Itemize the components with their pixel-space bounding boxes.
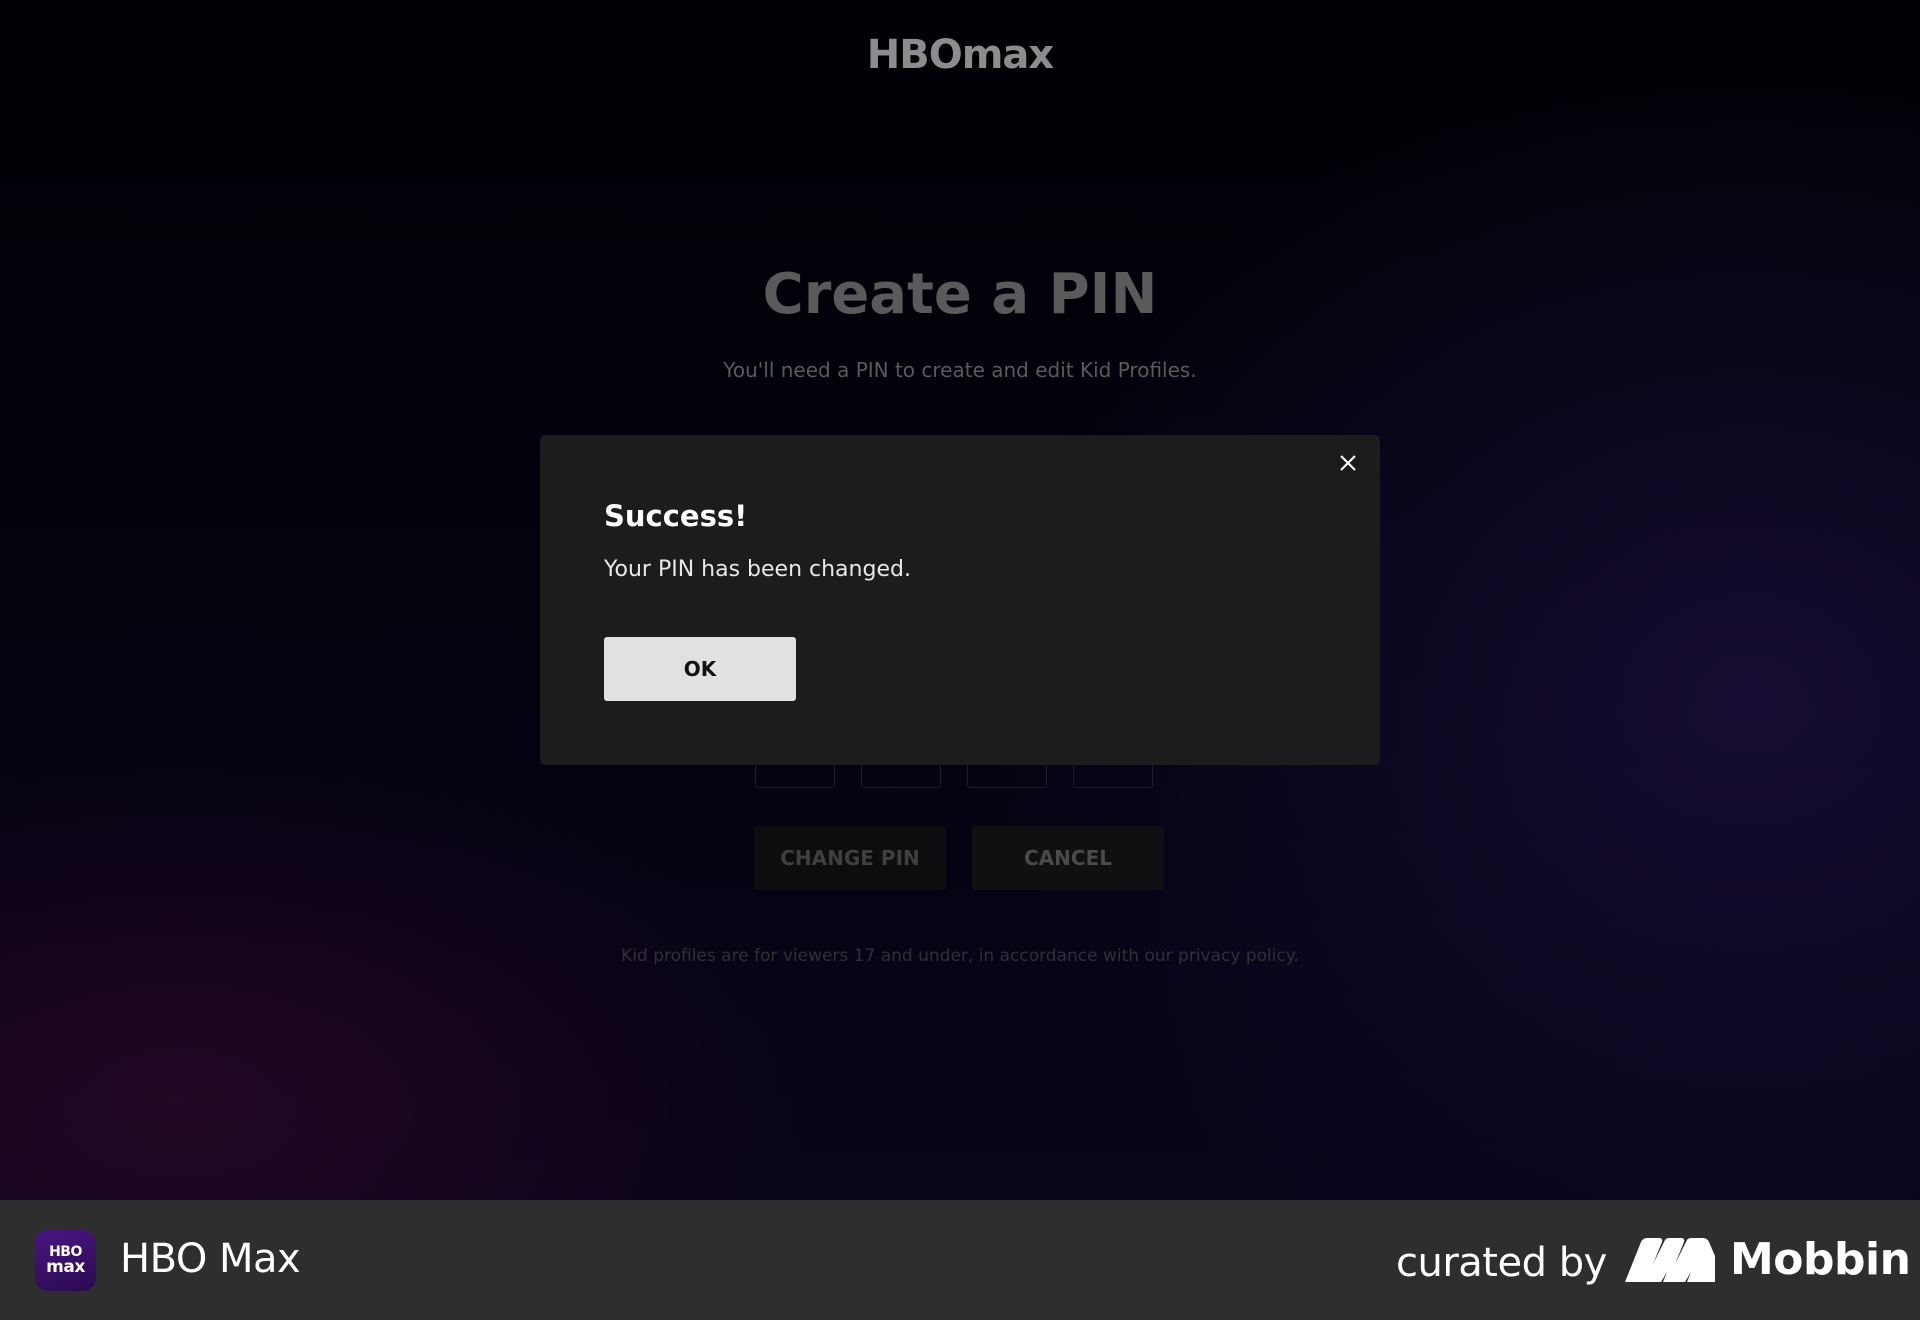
page-title: Create a PIN [762, 262, 1158, 327]
change-pin-button[interactable]: CHANGE PIN [754, 826, 946, 890]
success-dialog: Success! Your PIN has been changed. OK [540, 435, 1380, 765]
attribution-footer: HBO max HBO Max curated by Mobbin [0, 1200, 1920, 1320]
hbo-max-logo: HBOmax [866, 32, 1054, 78]
app-icon-line2: max [46, 1257, 85, 1277]
dialog-title: Success! [604, 499, 748, 533]
ok-button[interactable]: OK [604, 637, 796, 701]
hbo-max-app-icon: HBO max [35, 1230, 96, 1291]
mobbin-logo-icon [1625, 1238, 1715, 1282]
dialog-message: Your PIN has been changed. [604, 557, 911, 582]
privacy-footnote: Kid profiles are for viewers 17 and unde… [621, 946, 1299, 966]
close-icon [1340, 455, 1356, 471]
mobbin-brand: Mobbin [1730, 1234, 1911, 1285]
page-subtitle: You'll need a PIN to create and edit Kid… [723, 358, 1197, 382]
curated-by-label: curated by [1396, 1240, 1607, 1286]
app-screen: HBOmax Create a PIN You'll need a PIN to… [0, 0, 1920, 1200]
cancel-button[interactable]: CANCEL [972, 826, 1164, 890]
app-name: HBO Max [120, 1236, 301, 1282]
close-button[interactable] [1332, 447, 1364, 479]
pin-actions: CHANGE PIN CANCEL [754, 826, 1164, 890]
